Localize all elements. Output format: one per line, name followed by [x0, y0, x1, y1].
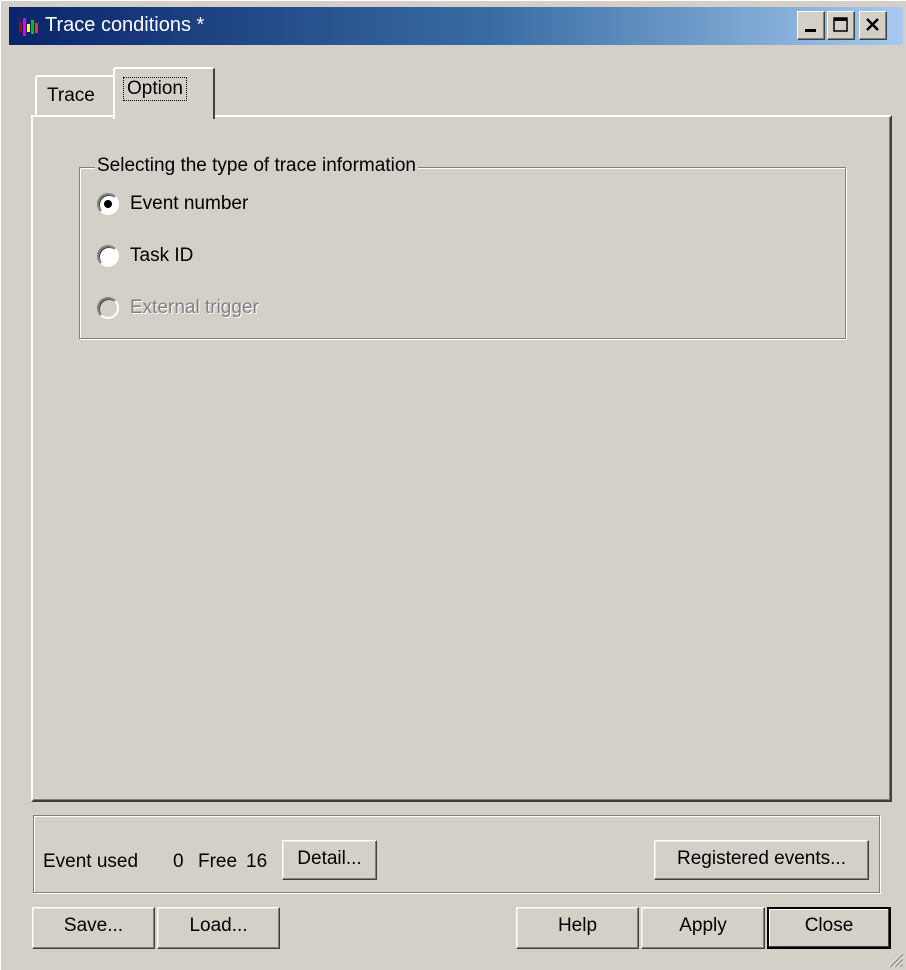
- title-bar[interactable]: Trace conditions *: [9, 7, 903, 45]
- radio-selected-dot: [104, 200, 112, 208]
- external-trigger-label: External trigger: [130, 297, 259, 318]
- maximize-icon: [833, 17, 848, 32]
- minimize-icon: [805, 29, 816, 32]
- tab-trace-label: Trace: [47, 85, 95, 106]
- close-window-button[interactable]: [859, 11, 887, 40]
- close-button[interactable]: Close: [767, 907, 891, 949]
- detail-button[interactable]: Detail...: [282, 840, 377, 880]
- minimize-button[interactable]: [797, 11, 825, 40]
- event-number-label: Event number: [130, 193, 249, 214]
- load-button[interactable]: Load...: [157, 907, 280, 949]
- free-value: 16: [246, 851, 268, 872]
- help-button[interactable]: Help: [516, 907, 639, 949]
- tab-option[interactable]: Option: [113, 67, 215, 119]
- external-trigger-radio: [97, 297, 119, 319]
- event-number-radio[interactable]: [97, 193, 119, 215]
- save-button[interactable]: Save...: [32, 907, 155, 949]
- apply-button[interactable]: Apply: [641, 907, 765, 949]
- registered-events-button[interactable]: Registered events...: [654, 840, 869, 880]
- trace-conditions-window: Trace conditions * Trace Option Selectin…: [0, 0, 906, 970]
- close-icon: [866, 18, 879, 31]
- tab-option-label: Option: [123, 77, 187, 101]
- app-icon: [19, 18, 38, 36]
- window-title: Trace conditions *: [45, 14, 205, 36]
- free-label: Free: [198, 851, 238, 872]
- trace-type-group-label: Selecting the type of trace information: [95, 155, 418, 177]
- tab-trace[interactable]: Trace: [35, 75, 117, 117]
- maximize-button[interactable]: [827, 11, 855, 40]
- task-id-label: Task ID: [130, 245, 194, 266]
- event-used-value: 0: [173, 851, 184, 872]
- event-used-label: Event used: [43, 851, 139, 872]
- resize-grip-icon[interactable]: [886, 950, 904, 968]
- task-id-radio[interactable]: [97, 245, 119, 267]
